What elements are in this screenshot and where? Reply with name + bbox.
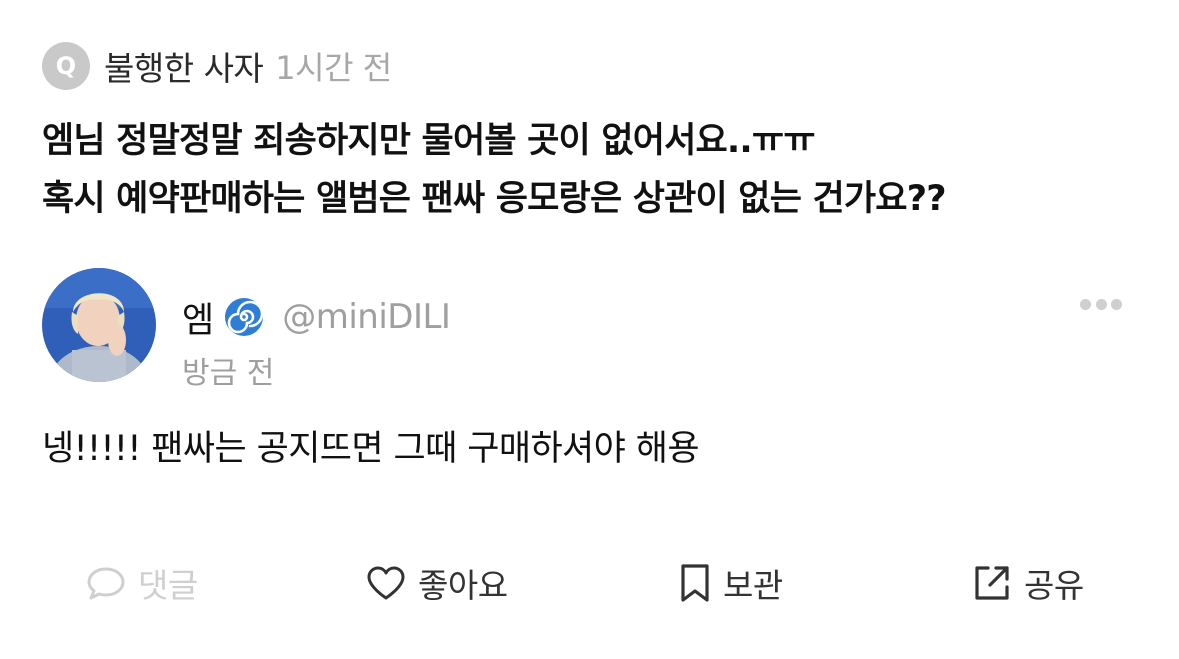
save-label: 보관 bbox=[723, 566, 783, 605]
answer-header: 엠 @miniDILI 방금 전 bbox=[182, 290, 451, 392]
speech-bubble-icon bbox=[87, 567, 125, 600]
answerer-name[interactable]: 엠 bbox=[182, 292, 214, 343]
save-button[interactable]: 보관 bbox=[679, 555, 783, 611]
question-header: Q 불행한 사자 1시간 전 bbox=[42, 40, 392, 92]
question-line: 엠님 정말정말 죄송하지만 물어볼 곳이 없어서요..ㅠㅠ bbox=[42, 121, 816, 161]
share-label: 공유 bbox=[1024, 566, 1084, 605]
action-bar: 댓글 좋아요 보관 공유 bbox=[0, 555, 1179, 611]
answer-timestamp: 방금 전 bbox=[182, 356, 275, 391]
cyclone-icon bbox=[225, 298, 264, 336]
more-dot bbox=[1111, 298, 1122, 310]
avatar-photo bbox=[42, 268, 156, 382]
answer-text: 넹!!!!! 팬싸는 공지뜨면 그때 구매하셔야 해용 bbox=[42, 429, 700, 469]
like-label: 좋아요 bbox=[418, 566, 508, 605]
avatar[interactable] bbox=[42, 268, 156, 382]
question-text: 엠님 정말정말 죄송하지만 물어볼 곳이 없어서요..ㅠㅠ 혹시 예약판매하는 … bbox=[42, 112, 1152, 228]
question-line: 혹시 예약판매하는 앨범은 팬싸 응모랑은 상관이 없는 건가요?? bbox=[42, 179, 947, 219]
asker-name[interactable]: 불행한 사자 bbox=[104, 42, 264, 90]
answerer-row: 엠 @miniDILI bbox=[182, 290, 451, 344]
more-dot bbox=[1080, 298, 1091, 310]
comment-button[interactable]: 댓글 bbox=[86, 555, 198, 611]
heart-icon bbox=[367, 566, 405, 600]
question-badge: Q bbox=[42, 42, 90, 90]
bookmark-icon bbox=[681, 564, 709, 602]
question-timestamp: 1시간 전 bbox=[275, 49, 392, 87]
answerer-handle[interactable]: @miniDILI bbox=[282, 297, 451, 337]
share-icon bbox=[975, 566, 1009, 600]
comment-label: 댓글 bbox=[138, 566, 198, 605]
more-dot bbox=[1095, 298, 1107, 310]
like-button[interactable]: 좋아요 bbox=[366, 555, 508, 611]
share-button[interactable]: 공유 bbox=[972, 555, 1084, 611]
more-options-icon[interactable] bbox=[1080, 296, 1122, 312]
